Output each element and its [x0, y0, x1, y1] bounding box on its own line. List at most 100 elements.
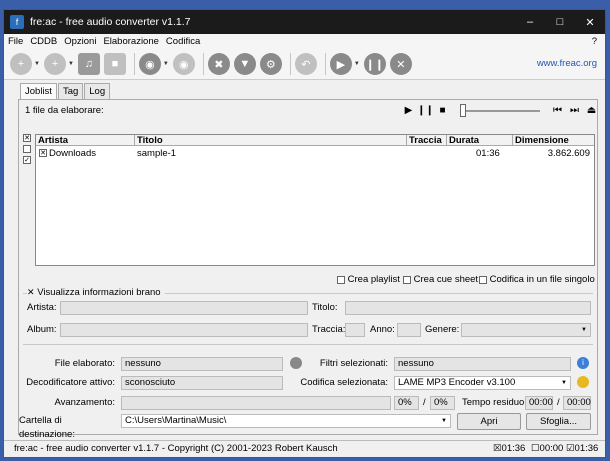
single-file-checkbox[interactable]	[479, 275, 487, 284]
joblist-table: Artista Titolo Traccia Durata Dimensione…	[35, 134, 595, 266]
clear-icon[interactable]	[290, 357, 302, 369]
encoder-config-icon[interactable]	[577, 376, 589, 388]
single-file-label: Codifica in un file singolo	[489, 274, 595, 285]
joblist-panel: 1 file da elaborare: ▶ ❙❙ ■ ⏮ ⏭ ⏏ ✕ ✓ Ar…	[18, 99, 598, 440]
info-icon[interactable]: i	[577, 357, 589, 369]
title-label: Titolo:	[312, 302, 338, 313]
start-encoding-icon[interactable]: ▶	[329, 53, 352, 75]
remove-file-icon[interactable]: ■	[103, 53, 126, 75]
cd-icon[interactable]: ◉	[138, 53, 161, 75]
year-field[interactable]	[397, 323, 421, 337]
remaining-time-a: 00:00	[525, 396, 553, 410]
add-files-dropdown-icon[interactable]: ▼	[34, 61, 40, 67]
playlist-option[interactable]: Crea playlist	[337, 274, 400, 287]
next-icon[interactable]: ⏭	[569, 105, 580, 116]
pause-icon[interactable]: ❙❙	[363, 53, 386, 75]
column-header-artist[interactable]: Artista	[36, 135, 135, 146]
menu-elaborazione[interactable]: Elaborazione	[103, 36, 158, 47]
track-field[interactable]	[345, 323, 365, 337]
close-button[interactable]: ✕	[575, 10, 605, 34]
tools-icon[interactable]: ✖	[207, 53, 230, 75]
selected-time-icon: ☐	[531, 443, 540, 454]
menu-cddb[interactable]: CDDB	[30, 36, 57, 47]
maximize-button[interactable]: □	[545, 10, 575, 34]
pause-icon[interactable]: ❙❙	[417, 105, 434, 116]
window-title: fre:ac - free audio converter v1.1.7	[30, 16, 191, 28]
stop-icon[interactable]: ✕	[389, 53, 412, 75]
files-count-label: 1 file da elaborare:	[25, 105, 104, 116]
row-checkbox[interactable]: ✕	[39, 149, 47, 157]
menu-codifica[interactable]: Codifica	[166, 36, 200, 47]
row-size: 3.862.609	[547, 148, 590, 159]
row-artist: Downloads	[49, 148, 96, 159]
toggle-selection-checkbox[interactable]: ✓	[23, 156, 31, 164]
column-header-title[interactable]: Titolo	[135, 135, 407, 146]
eject-icon[interactable]: ⏏	[586, 105, 597, 116]
minimize-button[interactable]: –	[515, 10, 545, 34]
toolbar-separator	[133, 53, 135, 75]
table-row[interactable]: ✕ Downloads sample-1 01:36 3.862.609	[36, 147, 594, 160]
menu-help[interactable]: ?	[592, 36, 597, 47]
playback-controls: ▶ ❙❙ ■ ⏮ ⏭ ⏏	[403, 103, 603, 117]
cue-checkbox[interactable]	[403, 275, 411, 284]
playback-slider[interactable]	[460, 103, 540, 117]
select-none-checkbox[interactable]	[23, 145, 31, 153]
column-header-size[interactable]: Dimensione	[513, 135, 594, 146]
previous-icon[interactable]: ⏮	[552, 105, 563, 116]
music-note-icon[interactable]: ♫	[77, 53, 100, 75]
playlist-checkbox[interactable]	[337, 275, 345, 284]
year-label: Anno:	[370, 324, 395, 335]
selection-toolbox: ✕ ✓	[23, 134, 32, 164]
menu-file[interactable]: File	[8, 36, 23, 47]
genre-select[interactable]: ▼	[461, 323, 591, 337]
open-folder-button[interactable]: Apri	[457, 413, 521, 430]
info-toggle-icon[interactable]: ✕	[27, 287, 35, 298]
toolbar: + ▼ + ▼ ♫ ■ ◉ ▼ ◉ ✖ ▼ ⚙ ↶ ▶ ▼ ❙❙ ✕ www.freac…	[4, 49, 605, 80]
column-header-track[interactable]: Traccia	[407, 135, 447, 146]
cddb-query-icon[interactable]: ◉	[172, 53, 195, 75]
copyright-text: fre:ac - free audio converter v1.1.7 - C…	[14, 443, 338, 454]
encoder-select[interactable]: LAME MP3 Encoder v3.100 ▼	[394, 376, 571, 390]
tab-log[interactable]: Log	[84, 83, 111, 100]
processed-file-label: File elaborato:	[54, 358, 115, 369]
total-time: ☒01:36	[493, 443, 526, 454]
toolbar-separator	[289, 53, 291, 75]
album-field[interactable]	[60, 323, 308, 337]
menu-opzioni[interactable]: Opzioni	[64, 36, 96, 47]
selected-time: ☐00:00	[531, 443, 564, 454]
toolbar-separator	[202, 53, 204, 75]
title-field[interactable]	[345, 301, 591, 315]
row-duration: 01:36	[476, 148, 500, 159]
cd-dropdown-icon[interactable]: ▼	[163, 61, 169, 67]
destination-dropdown-icon: ▼	[441, 418, 447, 424]
progress-percent-b: 0%	[430, 396, 455, 410]
add-files-icon[interactable]: +	[10, 53, 32, 75]
website-link[interactable]: www.freac.org	[537, 58, 597, 69]
playlist-label: Crea playlist	[347, 274, 400, 285]
info-toggle[interactable]: ✕ Visualizza informazioni brano	[27, 287, 165, 298]
add-folder-icon[interactable]: +	[43, 53, 66, 75]
progress-percent-a: 0%	[394, 396, 419, 410]
processed-file-field: nessuno	[121, 357, 283, 371]
start-dropdown-icon[interactable]: ▼	[354, 61, 360, 67]
app-window: f fre:ac - free audio converter v1.1.7 –…	[3, 9, 606, 458]
share-icon[interactable]: ↶	[294, 53, 317, 75]
stop-icon[interactable]: ■	[437, 105, 448, 116]
add-folder-dropdown-icon[interactable]: ▼	[68, 61, 74, 67]
checked-time: ☑01:36	[566, 443, 599, 454]
remaining-label: Tempo residuo:	[462, 397, 527, 408]
destination-select[interactable]: C:\Users\Martina\Music\ ▼	[121, 414, 451, 428]
single-file-option[interactable]: Codifica in un file singolo	[479, 274, 595, 287]
genre-dropdown-icon: ▼	[581, 327, 587, 333]
cue-option[interactable]: Crea cue sheet	[403, 274, 478, 287]
filter-icon[interactable]: ▼	[233, 53, 256, 75]
tab-tag[interactable]: Tag	[57, 83, 84, 100]
slider-thumb[interactable]	[460, 103, 466, 117]
select-all-checkbox[interactable]: ✕	[23, 134, 31, 142]
artist-field[interactable]	[60, 301, 308, 315]
track-label: Traccia:	[312, 324, 346, 335]
browse-button[interactable]: Sfoglia...	[526, 413, 591, 430]
column-header-duration[interactable]: Durata	[447, 135, 513, 146]
play-icon[interactable]: ▶	[403, 105, 414, 116]
settings-gear-icon[interactable]: ⚙	[259, 53, 282, 75]
